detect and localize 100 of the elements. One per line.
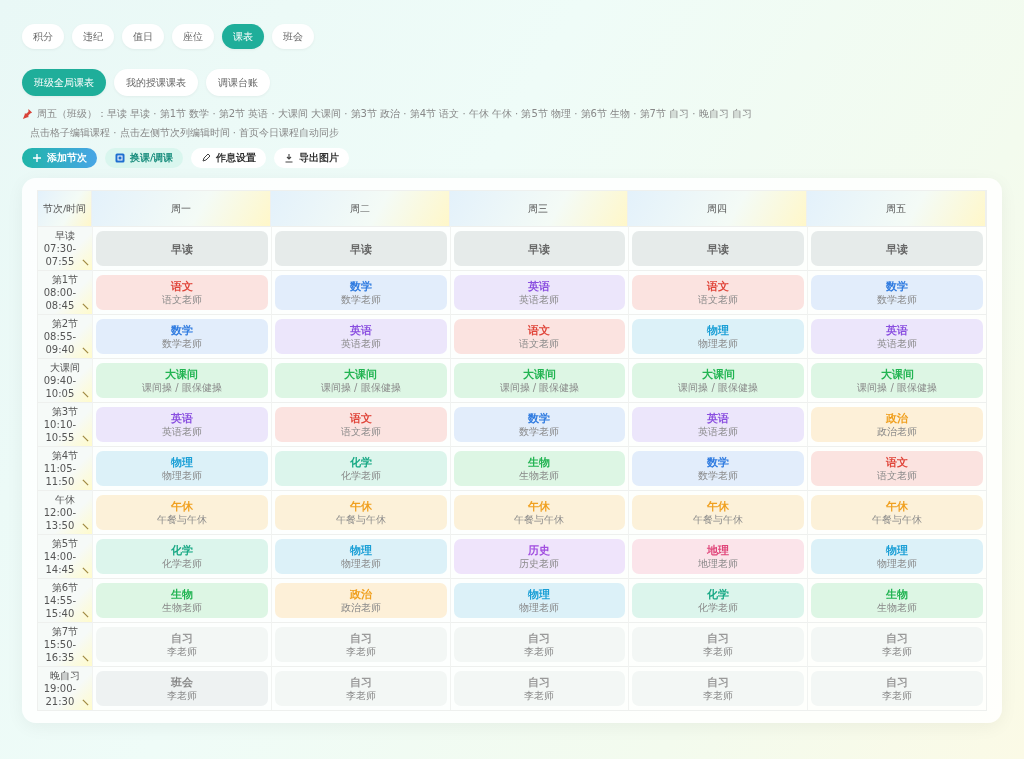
lesson-cell[interactable]: 自习 李老师 xyxy=(632,671,805,707)
lesson-cell[interactable]: 数学 数学老师 xyxy=(274,275,447,311)
column-header: 节次/时间 xyxy=(38,191,92,227)
lesson-cell[interactable]: 物理 物理老师 xyxy=(96,451,268,487)
lesson-cell[interactable]: 地理 地理老师 xyxy=(632,539,805,575)
lesson-cell[interactable]: 自习 李老师 xyxy=(811,627,983,663)
lesson-cell[interactable]: 午休 午餐与午休 xyxy=(811,495,983,531)
tab[interactable]: 班级全局课表 xyxy=(22,69,106,96)
lesson-cell[interactable]: 自习 李老师 xyxy=(811,671,983,707)
lesson-cell[interactable]: 班会 李老师 xyxy=(96,671,268,707)
lesson-cell[interactable]: 物理 物理老师 xyxy=(811,539,983,575)
add-period-button[interactable]: 添加节次 xyxy=(22,148,97,169)
period-time[interactable]: 19:00-21:30 xyxy=(40,682,79,709)
column-header: 周四 xyxy=(628,191,808,227)
tab[interactable]: 我的授课课表 xyxy=(114,69,198,96)
export-image-button[interactable]: 导出图片 xyxy=(274,148,350,169)
lesson-cell[interactable]: 早读 xyxy=(274,231,447,267)
lesson-cell[interactable]: 政治 政治老师 xyxy=(274,583,447,619)
period-label[interactable]: 大课间 xyxy=(50,361,80,375)
period-label[interactable]: 午休 xyxy=(55,493,75,507)
lesson-cell[interactable]: 英语 英语老师 xyxy=(811,319,983,355)
lesson-cell[interactable]: 大课间 课间操 / 眼保健操 xyxy=(453,363,626,399)
lesson-cell[interactable]: 生物 生物老师 xyxy=(811,583,983,619)
tab[interactable]: 值日 xyxy=(122,24,164,49)
period-label[interactable]: 第2节 xyxy=(51,317,79,331)
swap-icon xyxy=(115,153,125,164)
period-label[interactable]: 第6节 xyxy=(51,581,79,595)
lesson-cell[interactable]: 自习 李老师 xyxy=(632,627,805,663)
lesson-cell[interactable]: 语文 语文老师 xyxy=(274,407,447,443)
period-time[interactable]: 08:55-09:40 xyxy=(40,330,79,357)
lesson-cell[interactable]: 英语 英语老师 xyxy=(96,407,268,443)
period-label[interactable]: 第3节 xyxy=(51,405,79,419)
lesson-cell[interactable]: 历史 历史老师 xyxy=(453,539,626,575)
lesson-cell[interactable]: 午休 午餐与午休 xyxy=(453,495,626,531)
lesson-cell[interactable]: 数学 数学老师 xyxy=(453,407,626,443)
tab[interactable]: 座位 xyxy=(172,24,214,49)
lesson-cell[interactable]: 政治 政治老师 xyxy=(811,407,983,443)
tab[interactable]: 违纪 xyxy=(72,24,114,49)
tab[interactable]: 课表 xyxy=(222,24,264,49)
lesson-cell[interactable]: 生物 生物老师 xyxy=(453,451,626,487)
period-time[interactable]: 11:05-11:50 xyxy=(40,462,79,489)
period-time[interactable]: 08:00-08:45 xyxy=(40,286,79,313)
period-time[interactable]: 14:55-15:40 xyxy=(40,594,79,621)
lesson-cell[interactable]: 早读 xyxy=(96,231,268,267)
swap-lesson-button[interactable]: 换课/调课 xyxy=(105,148,184,169)
lesson-cell[interactable]: 物理 物理老师 xyxy=(632,319,805,355)
lesson-cell[interactable]: 自习 李老师 xyxy=(274,671,447,707)
lesson-cell[interactable]: 数学 数学老师 xyxy=(632,451,805,487)
lesson-cell[interactable]: 数学 数学老师 xyxy=(811,275,983,311)
lesson-cell[interactable]: 午休 午餐与午休 xyxy=(274,495,447,531)
lesson-cell[interactable]: 自习 李老师 xyxy=(96,627,268,663)
tab[interactable]: 调课台账 xyxy=(206,69,270,96)
period-label[interactable]: 晚自习 xyxy=(50,669,80,683)
period-time[interactable]: 10:10-10:55 xyxy=(40,418,79,445)
lesson-cell[interactable]: 生物 生物老师 xyxy=(96,583,268,619)
lesson-cell[interactable]: 早读 xyxy=(632,231,805,267)
lesson-cell[interactable]: 语文 语文老师 xyxy=(96,275,268,311)
lesson-cell[interactable]: 早读 xyxy=(453,231,626,267)
download-icon xyxy=(284,153,295,164)
lesson-cell[interactable]: 早读 xyxy=(811,231,983,267)
lesson-cell[interactable]: 语文 语文老师 xyxy=(453,319,626,355)
lesson-cell[interactable]: 语文 语文老师 xyxy=(632,275,805,311)
tab[interactable]: 班会 xyxy=(272,24,314,49)
lesson-cell[interactable]: 大课间 课间操 / 眼保健操 xyxy=(274,363,447,399)
lesson-cell[interactable]: 大课间 课间操 / 眼保健操 xyxy=(632,363,805,399)
period-label[interactable]: 第5节 xyxy=(51,537,79,551)
period-time[interactable]: 12:00-13:50 xyxy=(40,506,79,533)
period-time[interactable]: 07:30-07:55 xyxy=(40,242,79,269)
lesson-cell[interactable]: 化学 化学老师 xyxy=(96,539,268,575)
period-time[interactable]: 09:40-10:05 xyxy=(40,374,79,401)
column-header: 周五 xyxy=(807,191,986,227)
column-header: 周三 xyxy=(449,191,629,227)
period-time[interactable]: 14:00-14:45 xyxy=(40,550,79,577)
lesson-cell[interactable]: 大课间 课间操 / 眼保健操 xyxy=(811,363,983,399)
schedule-settings-button[interactable]: 作息设置 xyxy=(191,148,267,169)
lesson-cell[interactable]: 化学 化学老师 xyxy=(274,451,447,487)
plus-icon xyxy=(32,153,42,164)
lesson-cell[interactable]: 物理 物理老师 xyxy=(274,539,447,575)
period-label[interactable]: 第7节 xyxy=(51,625,79,639)
lesson-cell[interactable]: 物理 物理老师 xyxy=(453,583,626,619)
today-schedule-summary: 周五（班级）：早读 早读 · 第1节 数学 · 第2节 英语 · 大课间 大课间 · 第3节 政治 · 第4节 语文 · 午休 午休 · 第5节 物理 · 第6节 生物 · 第7节 自习 · 晚自习 自习 xyxy=(37,107,752,121)
lesson-cell[interactable]: 自习 李老师 xyxy=(453,627,626,663)
lesson-cell[interactable]: 语文 语文老师 xyxy=(811,451,983,487)
lesson-cell[interactable]: 自习 李老师 xyxy=(453,671,626,707)
lesson-cell[interactable]: 英语 英语老师 xyxy=(274,319,447,355)
period-time[interactable]: 15:50-16:35 xyxy=(40,638,79,665)
lesson-cell[interactable]: 数学 数学老师 xyxy=(96,319,268,355)
column-header: 周一 xyxy=(92,191,271,227)
lesson-cell[interactable]: 英语 英语老师 xyxy=(453,275,626,311)
lesson-cell[interactable]: 英语 英语老师 xyxy=(632,407,805,443)
lesson-cell[interactable]: 化学 化学老师 xyxy=(632,583,805,619)
period-label[interactable]: 第1节 xyxy=(51,273,79,287)
lesson-cell[interactable]: 自习 李老师 xyxy=(274,627,447,663)
lesson-cell[interactable]: 大课间 课间操 / 眼保健操 xyxy=(96,363,268,399)
tab[interactable]: 积分 xyxy=(22,24,64,49)
lesson-cell[interactable]: 午休 午餐与午休 xyxy=(632,495,805,531)
period-label[interactable]: 第4节 xyxy=(51,449,79,463)
hint-text: 点击格子编辑课程 · 点击左侧节次列编辑时间 · 首页今日课程自动同步 xyxy=(30,126,340,140)
lesson-cell[interactable]: 午休 午餐与午休 xyxy=(96,495,268,531)
period-label[interactable]: 早读 xyxy=(55,229,75,243)
